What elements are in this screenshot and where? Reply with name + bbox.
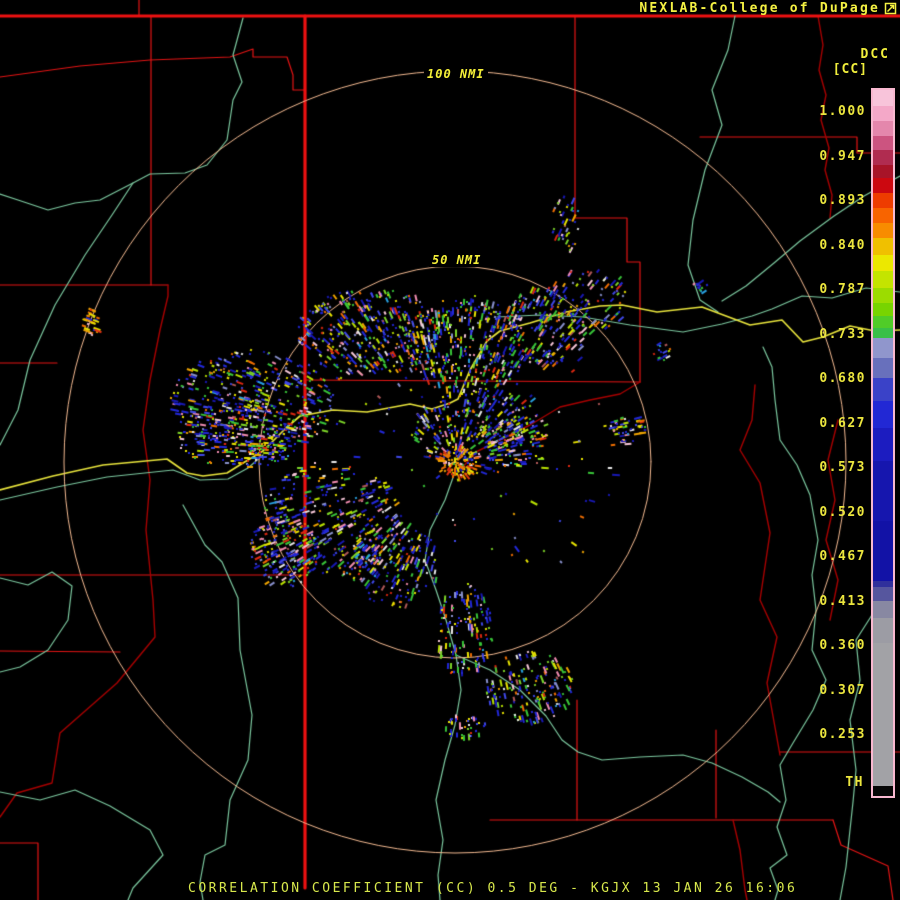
radar-viewer: NEXLAB-College of DuPage DCC [CC] 1.000 0… [0, 0, 900, 900]
colorbar-threshold-label: TH [845, 775, 864, 790]
colorbar-segment [873, 178, 893, 193]
colorbar-segment [873, 165, 893, 178]
colorbar-segment [873, 338, 893, 358]
colorbar-tick-label: 0.947 [819, 149, 866, 164]
colorbar-segment [873, 303, 893, 316]
colorbar-tick-label: 0.520 [819, 505, 866, 520]
colorbar-segment [873, 316, 893, 328]
colorbar-segment [873, 238, 893, 255]
colorbar-segment [873, 193, 893, 208]
colorbar-product-label: DCC [860, 47, 890, 62]
colorbar-segment [873, 288, 893, 303]
colorbar-tick-label: 0.787 [819, 282, 866, 297]
colorbar-tick-label: 0.413 [819, 594, 866, 609]
colorbar-segment [873, 136, 893, 150]
site-title[interactable]: NEXLAB-College of DuPage [639, 1, 880, 16]
colorbar-tick-label: 0.467 [819, 549, 866, 564]
colorbar-segment [873, 643, 893, 786]
product-status-text: CORRELATION COEFFICIENT (CC) 0.5 DEG - K… [188, 881, 798, 896]
colorbar-segment [873, 150, 893, 165]
colorbar-segment [873, 401, 893, 428]
external-link-icon[interactable] [884, 2, 897, 15]
colorbar-tick-label: 0.733 [819, 327, 866, 342]
colorbar-segment [873, 223, 893, 238]
colorbar-tick-label: 0.307 [819, 683, 866, 698]
colorbar-tick-label: 0.573 [819, 460, 866, 475]
colorbar-tick-label: 0.893 [819, 193, 866, 208]
colorbar-tick-label: 0.680 [819, 371, 866, 386]
colorbar-segment [873, 786, 893, 796]
colorbar-segment [873, 271, 893, 288]
colorbar-tick-label: 0.840 [819, 238, 866, 253]
radar-map-canvas [0, 0, 900, 900]
colorbar-segment [873, 461, 893, 521]
colorbar-segment [873, 601, 893, 618]
colorbar-tick-label: 0.627 [819, 416, 866, 431]
colorbar-segment [873, 106, 893, 121]
colorbar-tick-label: 0.253 [819, 727, 866, 742]
colorbar-segment [873, 618, 893, 643]
colorbar-segment [873, 587, 893, 601]
colorbar-segment [873, 208, 893, 223]
colorbar-units-label: [CC] [832, 62, 868, 77]
colorbar-tick-label: 1.000 [819, 104, 866, 119]
colorbar-segment [873, 428, 893, 461]
colorbar-segment [873, 255, 893, 271]
range-ring-label: 100 NMI [424, 67, 488, 81]
cc-colorbar [871, 88, 895, 798]
colorbar-segment [873, 521, 893, 581]
colorbar-segment [873, 378, 893, 401]
header: NEXLAB-College of DuPage [639, 1, 897, 16]
colorbar-segment [873, 121, 893, 136]
colorbar-segment [873, 358, 893, 378]
colorbar-segment [873, 328, 893, 338]
range-ring-label: 50 NMI [429, 253, 485, 267]
colorbar-segment [873, 90, 893, 106]
colorbar-tick-label: 0.360 [819, 638, 866, 653]
